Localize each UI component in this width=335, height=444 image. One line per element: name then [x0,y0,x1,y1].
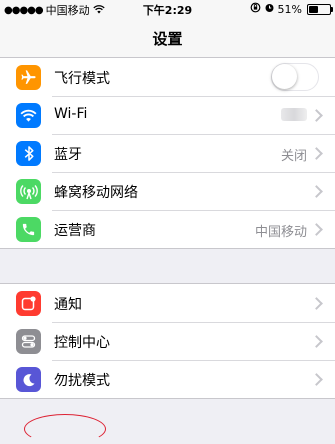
airplane-mode-label: 飞行模式 [54,71,110,87]
phone-icon [16,217,41,242]
chevron-right-icon [310,185,323,198]
settings-row-notifications[interactable]: 通知 [0,284,335,322]
settings-row-wifi[interactable]: Wi-Fi [0,96,335,134]
battery-icon [307,3,333,15]
notifications-icon [16,291,41,316]
settings-group-notifications: 通知 控制中心 勿扰模式 [0,283,335,399]
carrier-label: 运营商 [54,223,96,239]
cellular-label: 蜂窝移动网络 [54,185,138,201]
navigation-bar: 设置 [0,18,335,59]
control-center-label: 控制中心 [54,335,110,351]
status-bar: ●●●●● 中国移动 下午2:29 51% [0,0,335,18]
settings-row-carrier[interactable]: 运营商 中国移动 [0,210,335,248]
settings-group-connectivity: 飞行模式 Wi-Fi 蓝牙 关闭 蜂窝移动网络 运营商 中国移动 [0,57,335,249]
chevron-right-icon [310,297,323,310]
chevron-right-icon [310,373,323,386]
wifi-network-redacted [281,108,307,121]
battery-fill [309,5,318,13]
cellular-icon [16,179,41,204]
bluetooth-value: 关闭 [280,149,307,164]
battery-percent: 51% [277,2,302,16]
page-title: 设置 [152,30,183,48]
airplane-icon [16,65,41,90]
wifi-label: Wi-Fi [54,106,88,122]
control-center-icon [16,329,41,354]
wifi-icon [16,103,41,128]
settings-row-airplane-mode[interactable]: 飞行模式 [0,58,335,96]
bluetooth-icon [16,141,41,166]
do-not-disturb-label: 勿扰模式 [54,373,110,389]
airplane-mode-toggle[interactable] [271,63,319,91]
settings-row-control-center[interactable]: 控制中心 [0,322,335,360]
chevron-right-icon [310,147,323,160]
settings-row-bluetooth[interactable]: 蓝牙 关闭 [0,134,335,172]
rotation-lock-icon [250,2,261,16]
alarm-icon [264,2,275,16]
chevron-right-icon [310,109,323,122]
red-circle-annotation [24,414,106,444]
carrier-value: 中国移动 [254,225,307,240]
chevron-right-icon [310,223,323,236]
status-right: 51% [250,2,333,16]
notifications-label: 通知 [54,297,82,313]
bluetooth-label: 蓝牙 [54,147,82,163]
settings-row-do-not-disturb[interactable]: 勿扰模式 [0,360,335,398]
chevron-right-icon [310,335,323,348]
moon-icon [16,367,41,392]
settings-row-cellular[interactable]: 蜂窝移动网络 [0,172,335,210]
toggle-knob [272,64,297,89]
